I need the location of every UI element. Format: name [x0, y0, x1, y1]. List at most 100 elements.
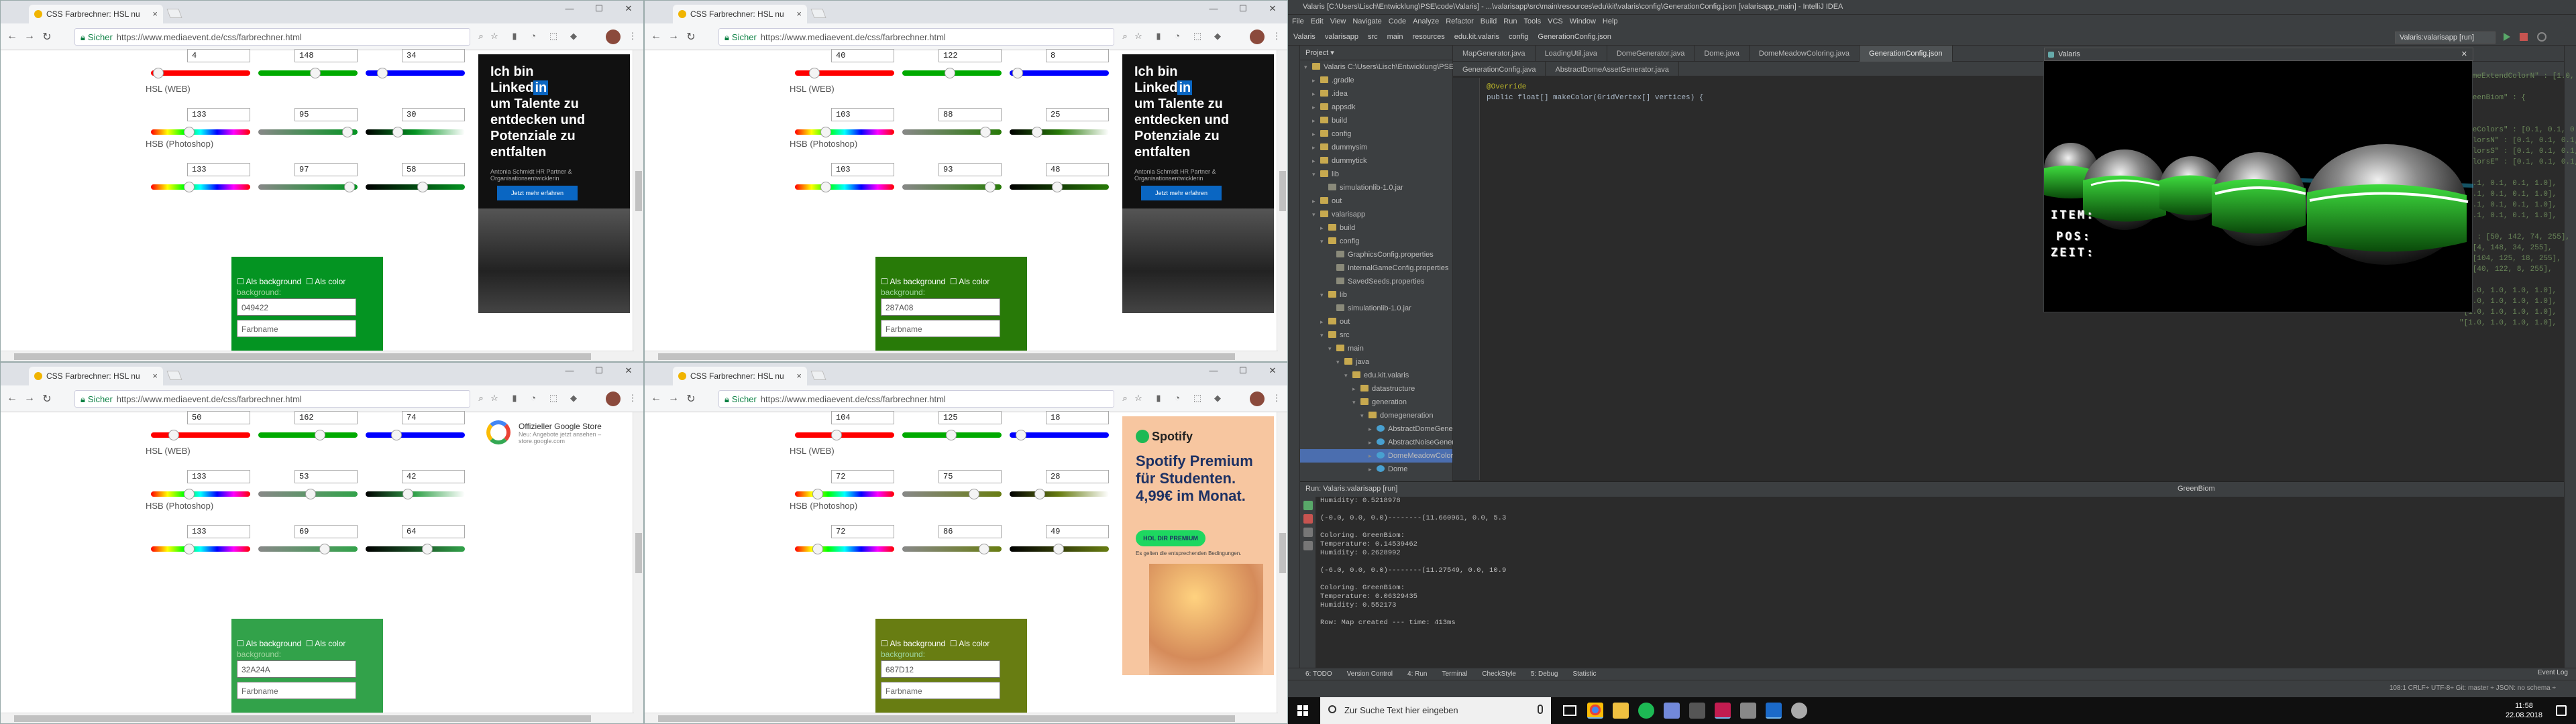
slider-handle[interactable]	[820, 182, 831, 192]
star-icon[interactable]: ☆	[489, 31, 500, 42]
tree-toggle-icon[interactable]: ▸	[1368, 463, 1377, 476]
colorname-input[interactable]: Farbname	[237, 320, 356, 337]
hsl-slider-1[interactable]	[902, 127, 1002, 137]
close-window-button[interactable]: ✕	[614, 1, 643, 17]
slider-handle[interactable]	[342, 127, 353, 137]
tree-node[interactable]: ▸ appsdk	[1300, 101, 1452, 114]
extension-icon[interactable]: ⬚	[548, 31, 559, 42]
tree-node[interactable]: ▾ lib	[1300, 288, 1452, 302]
close-icon[interactable]: ✕	[2461, 50, 2467, 58]
browser-tab[interactable]: CSS Farbrechner: HSL nu ×	[673, 5, 807, 23]
console-output[interactable]: Humidity: 0.5218978 (-0.0, 0.0, 0.0)----…	[1320, 497, 1506, 627]
menu-analyze[interactable]: Analyze	[1413, 17, 1439, 25]
address-bar[interactable]: 🔒︎ Sicher https://www.mediaevent.de/css/fa…	[718, 28, 1114, 46]
browser-tab[interactable]: CSS Farbrechner: HSL nu ×	[673, 367, 807, 385]
pocket-icon[interactable]: ◔	[528, 31, 539, 42]
tree-node[interactable]: ▾ src	[1300, 328, 1452, 342]
pocket-icon[interactable]: ◔	[1172, 393, 1183, 404]
hsl-input-1[interactable]: 88	[938, 108, 1002, 121]
tree-node[interactable]: simulationlib-1.0.jar	[1300, 302, 1452, 315]
scroll-thumb[interactable]	[635, 171, 642, 211]
scroll-thumb[interactable]	[658, 353, 1235, 360]
intellij-taskbar-icon[interactable]	[1715, 703, 1731, 719]
dropbox-icon[interactable]: ◆	[568, 393, 579, 404]
menu-icon[interactable]: ⋮	[627, 393, 638, 404]
ad-button[interactable]: Jetzt mehr erfahren	[497, 186, 578, 200]
rgb-slider-1[interactable]	[258, 430, 358, 440]
menu-refactor[interactable]: Refactor	[1446, 17, 1474, 25]
linkedin-ad[interactable]: Ich bin Linked in um Talente zu entdecken u…	[1122, 54, 1274, 313]
star-icon[interactable]: ☆	[1133, 31, 1144, 42]
slider-handle[interactable]	[184, 489, 195, 499]
rgb-input-2[interactable]: 18	[1046, 411, 1109, 424]
search-everywhere-icon[interactable]	[2537, 32, 2546, 42]
tree-toggle-icon[interactable]: ▾	[1320, 235, 1328, 248]
tree-node[interactable]: ▾ Valaris C:\Users\Lisch\Entwicklung\PSE\…	[1300, 60, 1496, 74]
hsl-slider-0[interactable]	[151, 489, 250, 499]
slider-handle[interactable]	[1016, 430, 1026, 440]
tree-toggle-icon[interactable]: ▾	[1304, 60, 1312, 74]
dropbox-icon[interactable]: ◆	[1212, 393, 1223, 404]
slider-handle[interactable]	[812, 544, 823, 554]
project-panel-header[interactable]: Project ▾	[1300, 46, 1452, 60]
back-icon[interactable]: ←	[649, 30, 663, 42]
slider-handle[interactable]	[344, 182, 355, 192]
rgb-slider-0[interactable]	[151, 430, 250, 440]
slider-handle[interactable]	[391, 430, 402, 440]
tree-node[interactable]: ▸ DomeMeadowColoring	[1300, 449, 1463, 463]
breadcrumb-item[interactable]: GenerationConfig.json	[1538, 33, 1611, 41]
tree-toggle-icon[interactable]: ▸	[1312, 194, 1320, 208]
hsb-input-0[interactable]: 72	[831, 525, 894, 538]
scroll-thumb[interactable]	[14, 353, 591, 360]
breadcrumb-item[interactable]: resources	[1412, 33, 1444, 41]
menu-run[interactable]: Run	[1503, 17, 1517, 25]
slider-handle[interactable]	[979, 544, 989, 554]
tree-node[interactable]: ▸ AbstractNoiseGenerator	[1300, 436, 1467, 449]
minimize-button[interactable]: —	[555, 1, 584, 17]
horizontal-scrollbar[interactable]	[1, 713, 634, 723]
slider-handle[interactable]	[969, 489, 979, 499]
extension-icon[interactable]: ⬚	[548, 393, 559, 404]
tool-tab[interactable]: Statistic	[1572, 670, 1596, 678]
slider-handle[interactable]	[305, 489, 316, 499]
new-tab-button[interactable]	[810, 371, 826, 380]
slider-handle[interactable]	[168, 430, 179, 440]
slider-handle[interactable]	[985, 182, 996, 192]
tree-toggle-icon[interactable]: ▸	[1312, 127, 1320, 141]
hex-input[interactable]: 287A08	[881, 298, 1000, 316]
ad-button[interactable]: HOL DIR PREMIUM	[1136, 530, 1205, 546]
forward-icon[interactable]: →	[22, 30, 37, 42]
maximize-button[interactable]: ☐	[584, 1, 614, 17]
address-bar[interactable]: 🔒︎ Sicher https://www.mediaevent.de/css/fa…	[718, 390, 1114, 408]
slider-handle[interactable]	[1034, 489, 1045, 499]
new-tab-button[interactable]	[166, 9, 182, 18]
stop-run-icon[interactable]	[1303, 514, 1313, 524]
tree-toggle-icon[interactable]: ▸	[1312, 154, 1320, 168]
slider-handle[interactable]	[820, 127, 831, 137]
menu-icon[interactable]: ⋮	[1271, 31, 1282, 42]
java-taskbar-icon[interactable]	[1766, 703, 1782, 719]
rgb-input-0[interactable]: 50	[187, 411, 250, 424]
tree-node[interactable]: ▸ dummysim	[1300, 141, 1452, 154]
slider-handle[interactable]	[319, 544, 330, 554]
rerun-icon[interactable]	[1303, 501, 1313, 510]
rgb-slider-2[interactable]	[1010, 430, 1109, 440]
profile-avatar[interactable]	[606, 29, 621, 44]
tree-toggle-icon[interactable]: ▸	[1368, 436, 1377, 449]
tree-toggle-icon[interactable]: ▸	[1312, 74, 1320, 87]
hsl-slider-1[interactable]	[258, 489, 358, 499]
background-color-option[interactable]: ☐ Als background ☐ Als color	[237, 639, 345, 648]
slider-handle[interactable]	[946, 430, 957, 440]
tree-toggle-icon[interactable]: ▸	[1320, 315, 1328, 328]
tree-toggle-icon[interactable]: ▸	[1368, 422, 1377, 436]
menu-build[interactable]: Build	[1481, 17, 1497, 25]
back-icon[interactable]: ←	[5, 30, 19, 42]
horizontal-scrollbar[interactable]	[645, 351, 1278, 361]
back-icon[interactable]: ←	[649, 392, 663, 404]
background-color-option[interactable]: ☐ Als background ☐ Als color	[881, 277, 989, 286]
horizontal-scrollbar[interactable]	[645, 713, 1278, 723]
tree-node[interactable]: ▸ .idea	[1300, 87, 1452, 101]
editor-tab[interactable]: Dome.java	[1695, 46, 1750, 62]
hsb-slider-0[interactable]	[795, 544, 894, 554]
rgb-slider-2[interactable]	[366, 430, 465, 440]
